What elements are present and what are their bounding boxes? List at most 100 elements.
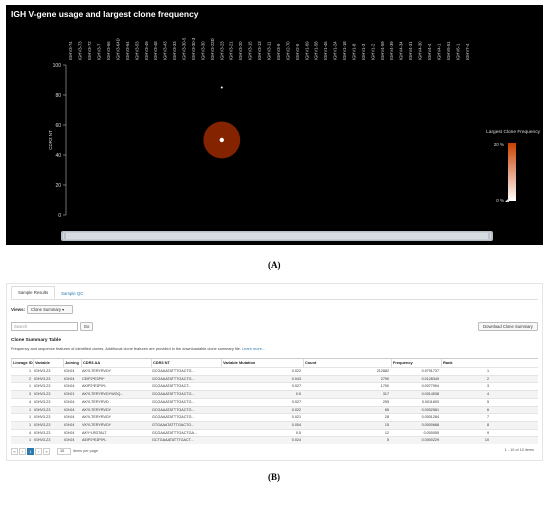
tab-sample-qc[interactable]: Sample QC [55,288,89,299]
gene-label: IGHV3-30 [200,41,205,60]
clone-bubble-center [219,137,224,143]
bubble-chart-panel: IGH V-gene usage and largest clone frequ… [6,5,543,245]
gene-label: IGHV7-4 [465,43,470,60]
gene-label: IGHV3-30-3 [191,37,196,60]
column-header[interactable]: Joining [63,359,81,367]
gene-label: IGHV3-66 [106,41,111,60]
table-cell: IGHJ4 [64,438,75,443]
gene-label: IGHV3-7 [97,43,102,60]
first-page-button[interactable]: « [11,447,18,455]
table-cell: 0.0000229 [421,438,439,443]
table-cell: 10 [484,438,489,443]
next-page-button[interactable]: › [35,447,42,455]
column-header[interactable]: Variable Mutation [221,359,303,367]
gene-label: IGHV3-64 [125,41,130,60]
gene-label: IGHV3-23 [219,41,224,60]
tab-divider [11,299,538,300]
gene-label: IGHV3-30-5 [182,37,187,60]
gene-label: IGHV3-21 [229,41,234,60]
learn-more-link[interactable]: Learn more... [242,346,265,351]
table-cell: GCTGAAATATTTGACT... [152,438,194,443]
legend-bottom-label: 0 % [496,198,504,203]
clone-bubble-small[interactable] [220,86,223,89]
gene-label: IGHV3-49 [144,41,149,60]
y-tick-label: 60 [55,123,61,129]
items-per-page-select[interactable]: 10 [57,447,71,455]
gene-label: IGHV2-70 [285,41,290,60]
gene-label: IGHV3-15 [248,41,253,60]
gene-label: IGHV1-8 [351,43,356,60]
table-cell: AEIP2*E3P0*L [82,438,107,443]
table-row[interactable]: 1 IGHV3-23 IGHJ4 AEIP2*E3P0*L GCTGAAATATTTGA… [11,436,538,445]
figure-label-b: (B) [268,472,280,482]
table-cell: 1 [28,438,31,443]
summary-description: Frequency and sequence features of ident… [11,346,265,351]
go-button[interactable]: Go [80,322,93,331]
gene-label: IGHV4-30 [418,41,423,60]
y-axis-label: CDR3 NT [48,130,53,150]
figure-label-a: (A) [268,260,281,270]
summary-title: Clone Summary Table [11,338,62,343]
column-header[interactable]: CDR3 AA [81,359,151,367]
views-label: Views: [11,307,26,312]
gene-label: IGHV4-1 [436,43,441,60]
search-input[interactable]: Search [11,322,78,331]
page-range-text: 1 - 10 of 10 items [504,448,534,452]
clone-summary-table: Lineage ID Variable Joining CDR3 AA CDR3 NT V… [11,358,538,445]
gene-label: IGHV3-53 [134,41,139,60]
gene-label: IGHV5-51 [446,41,451,60]
y-tick-label: 80 [55,93,61,99]
views-dropdown[interactable]: Clone Summary ▾ [27,305,73,314]
column-header[interactable]: Frequency [391,359,441,367]
bubble-chart: 100 80 60 40 20 0 CDR3 NT IGHV3-74 IGHV3-73 IGHV3… [48,37,541,241]
gene-label: IGHV1-2 [370,43,375,60]
tab-sample-results[interactable]: Sample Results [11,286,56,299]
column-header[interactable]: Count [303,359,391,367]
table-cell: 5 [386,438,389,443]
legend-top-label: 20 % [494,142,504,147]
gene-label: IGHV3-33 [172,41,177,60]
y-tick-label: 20 [55,183,61,189]
gene-label: IGHV4-39 [389,41,394,60]
gene-label: IGHV3-9 [276,43,281,60]
download-clone-summary-button[interactable]: Download Clone Summary [478,322,538,331]
tab-bar: Sample Results Sample QC [11,286,89,299]
gene-label: IGHV6-1 [455,43,460,60]
summary-desc-text: Frequency and sequence features of ident… [11,346,241,351]
gene-label: IGHV3-64D [115,38,120,60]
prev-page-button[interactable]: ‹ [19,447,26,455]
gene-label: IGHV3-48 [153,41,158,60]
legend-pointer-icon [505,198,509,202]
table-cell: 0.024 [291,438,301,443]
items-per-page-label: items per page [73,449,99,453]
gene-label: IGHV4-31 [408,41,413,60]
gene-label: IGHV1-3 [361,43,366,60]
gene-label: IGHV4-4 [427,43,432,60]
legend-title: Largest Clone Frequency [486,129,540,135]
gene-label: IGHV1-46 [323,41,328,60]
column-header[interactable]: Rank [441,359,491,367]
table-cell: IGHV3-23 [34,438,51,443]
column-header[interactable]: CDR3 NT [151,359,221,367]
gene-label: IGHV3-72 [87,41,92,60]
page-1-button[interactable]: 1 [27,447,34,455]
legend-color-bar [508,143,516,201]
gene-label: IGHV3-74 [68,41,73,60]
horizontal-scrollbar-thumb[interactable] [63,232,491,240]
y-tick-label: 0 [58,213,61,219]
gene-label: IGHV1-18 [342,41,347,60]
y-tick-label: 40 [55,153,61,159]
gene-label: IGHV3-20 [238,41,243,60]
gene-label: IGHV1-24 [333,41,338,60]
gene-label: IGHV1-69 [304,41,309,60]
pagination: « ‹ 1 › » 10 items per page [11,447,98,455]
column-header[interactable]: Lineage ID [11,359,33,367]
gene-label: IGHV3-73 [78,41,83,60]
gene-label: IGHV3-11 [267,41,272,60]
gene-label: IGHV3-43 [163,41,168,60]
last-page-button[interactable]: » [43,447,50,455]
gene-label: IGHV3-13 [257,41,262,60]
column-header[interactable]: Variable [33,359,63,367]
results-panel: Sample Results Sample QC Views: Clone Su… [6,283,543,461]
gene-label: IGHV4-34 [399,41,404,60]
